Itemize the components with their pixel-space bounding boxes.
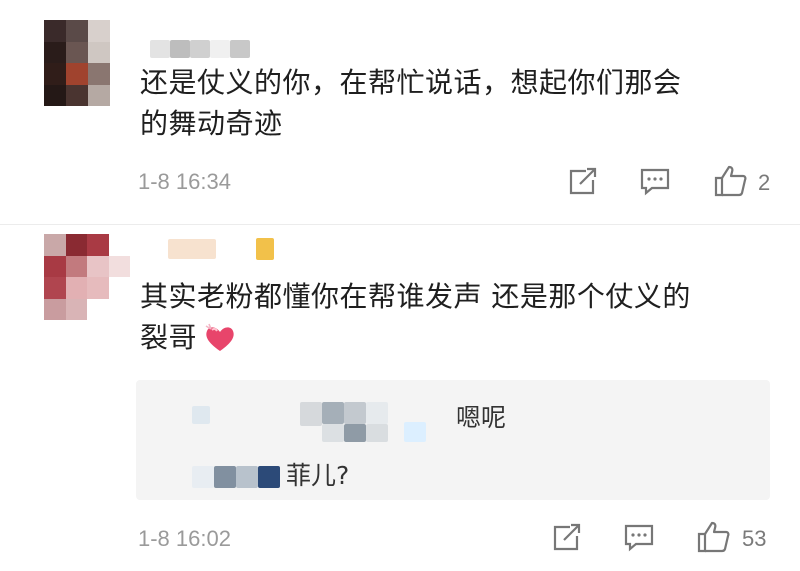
username-blurred[interactable] [168, 238, 288, 260]
username-blurred[interactable] [150, 40, 250, 58]
comment-text-line: 的舞动奇迹 [140, 107, 283, 140]
comment-timestamp: 1-8 16:34 [138, 169, 231, 194]
comment-icon[interactable] [638, 166, 672, 196]
like-count: 53 [742, 526, 767, 551]
comment-text-line: 还是仗义的你，在帮忙说话，想起你们那会 [140, 66, 682, 99]
like-count: 2 [758, 170, 771, 195]
reply-box[interactable]: 嗯呢 菲儿? [136, 380, 770, 500]
heart-emoji-icon [203, 323, 237, 353]
comment-timestamp: 1-8 16:02 [138, 526, 231, 551]
reply-username-blurred[interactable] [192, 402, 432, 444]
comment-text: 还是仗义的你，在帮忙说话，想起你们那会 的舞动奇迹 [140, 62, 780, 144]
thumbs-up-icon[interactable] [713, 164, 749, 198]
comment-text-line: 其实老粉都懂你在帮谁发声 还是那个仗义的 [140, 280, 691, 313]
reply-text: 菲儿? [286, 461, 350, 490]
avatar[interactable] [44, 234, 130, 320]
comment-text: 其实老粉都懂你在帮谁发声 还是那个仗义的 裂哥 [140, 276, 790, 358]
reply-username-blurred[interactable] [192, 466, 282, 490]
avatar[interactable] [44, 20, 110, 106]
comment-text-segment: 裂哥 [140, 321, 198, 354]
comment-icon[interactable] [622, 522, 656, 552]
share-icon[interactable] [550, 522, 584, 552]
divider [0, 224, 800, 225]
comment-text-line: 裂哥 [140, 317, 790, 358]
share-icon[interactable] [566, 166, 600, 196]
reply-text: 嗯呢 [456, 403, 507, 432]
thumbs-up-icon[interactable] [696, 520, 732, 554]
